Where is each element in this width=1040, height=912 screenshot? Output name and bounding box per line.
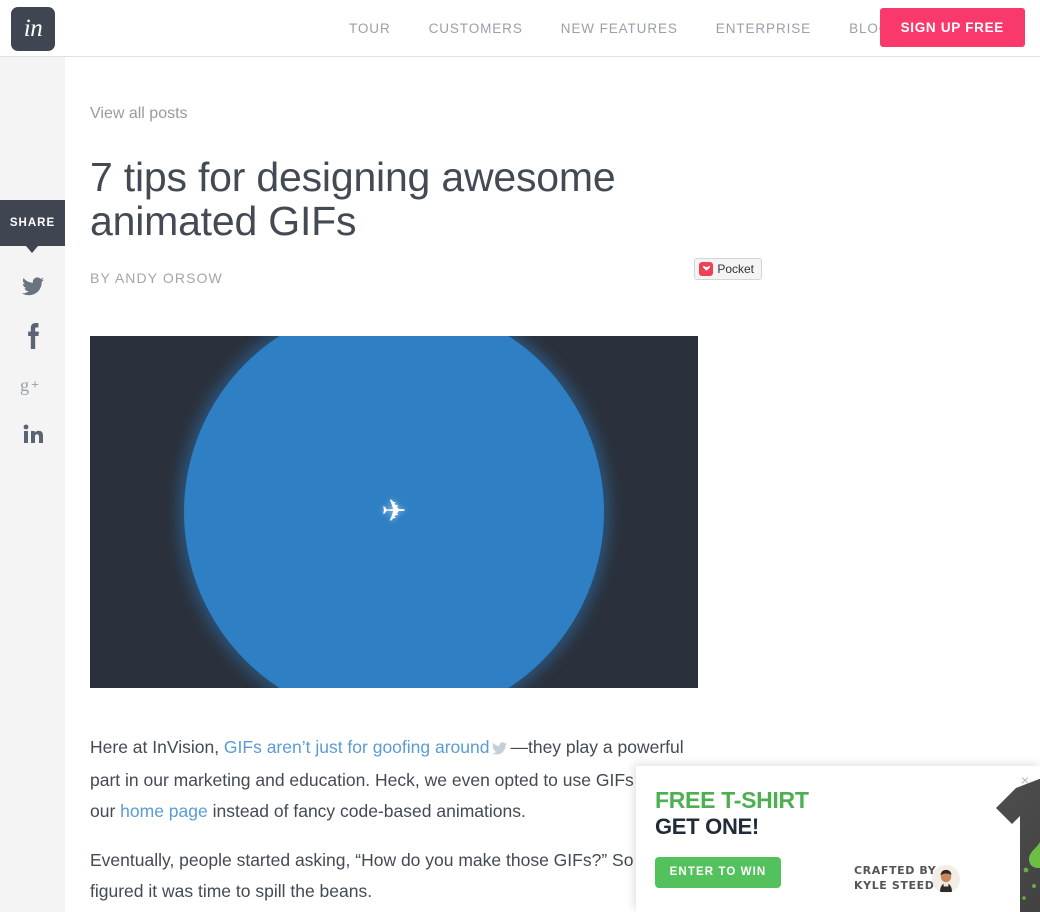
sign-up-free-button[interactable]: SIGN UP FREE <box>879 8 1025 47</box>
share-google-plus-button[interactable]: g + <box>0 360 65 409</box>
twitter-share-inline-icon[interactable] <box>492 734 508 765</box>
pocket-icon <box>699 261 714 276</box>
pocket-save-button[interactable]: Pocket <box>694 257 762 280</box>
nav-enterprise[interactable]: ENTERPRISE <box>697 21 830 36</box>
promo-text-block: FREE T-SHIRT GET ONE! ENTER TO WIN <box>655 787 845 888</box>
share-facebook-button[interactable] <box>0 311 65 360</box>
left-gutter <box>0 57 65 912</box>
para1-text-before: Here at InVision, <box>90 736 224 757</box>
airplane-icon: ✈ <box>381 494 407 528</box>
crafted-by-credit: CRAFTED BY KYLE STEED <box>854 864 936 894</box>
share-icon-list: g + <box>0 262 65 458</box>
site-header: in TOUR CUSTOMERS NEW FEATURES ENTERPRIS… <box>0 0 1040 57</box>
google-plus-icon: g + <box>20 375 46 395</box>
invision-logo-text: in <box>23 14 43 42</box>
paragraph-2: Eventually, people started asking, “How … <box>90 850 661 902</box>
promo-headline: FREE T-SHIRT <box>655 787 809 813</box>
svg-text:g: g <box>20 375 29 395</box>
para1-text-after: instead of fancy code-based animations. <box>207 801 526 821</box>
home-page-link[interactable]: home page <box>120 801 208 821</box>
crafted-by-line2: KYLE STEED <box>854 878 935 892</box>
article-byline: BY ANDY ORSOW <box>90 269 223 286</box>
nav-new-features[interactable]: NEW FEATURES <box>542 21 697 36</box>
paragraph-1: Here at InVision, GIFs aren’t just for g… <box>90 732 688 827</box>
nav-tour[interactable]: TOUR <box>330 21 410 36</box>
twitter-icon <box>21 277 44 296</box>
byline-row: BY ANDY ORSOW Pocket <box>90 257 762 296</box>
crafted-by-line1: CRAFTED BY <box>854 864 937 877</box>
page-title: 7 tips for designing awesome animated GI… <box>90 154 616 244</box>
free-tshirt-promo: × FREE T-SHIRT GET ONE! ENTER TO WIN CRA… <box>636 766 1040 912</box>
animated-gif-hero: ✈ <box>90 335 698 688</box>
tshirt-image: DESIGN MAKES EVERYTHING POSSIB LE <box>954 774 1040 912</box>
share-linkedin-button[interactable] <box>0 409 65 458</box>
page-root: in TOUR CUSTOMERS NEW FEATURES ENTERPRIS… <box>0 0 1040 912</box>
share-arrow-icon <box>26 246 38 253</box>
pocket-label: Pocket <box>717 261 754 276</box>
svg-text:+: + <box>31 376 39 391</box>
nav-customers[interactable]: CUSTOMERS <box>410 21 542 36</box>
enter-to-win-button[interactable]: ENTER TO WIN <box>655 856 781 888</box>
share-label: SHARE <box>9 217 56 229</box>
article-content: View all posts 7 tips for designing awes… <box>90 57 762 912</box>
share-twitter-button[interactable] <box>0 262 65 311</box>
linkedin-icon <box>23 424 43 444</box>
view-all-posts-link[interactable]: View all posts <box>90 105 188 123</box>
gifs-goofing-link[interactable]: GIFs aren’t just for goofing around <box>224 737 490 757</box>
invision-logo[interactable]: in <box>11 7 55 51</box>
article-body: Here at InVision, GIFs aren’t just for g… <box>90 732 688 908</box>
promo-subhead: GET ONE! <box>655 814 759 840</box>
share-header: SHARE <box>0 200 65 246</box>
facebook-icon <box>26 322 40 349</box>
